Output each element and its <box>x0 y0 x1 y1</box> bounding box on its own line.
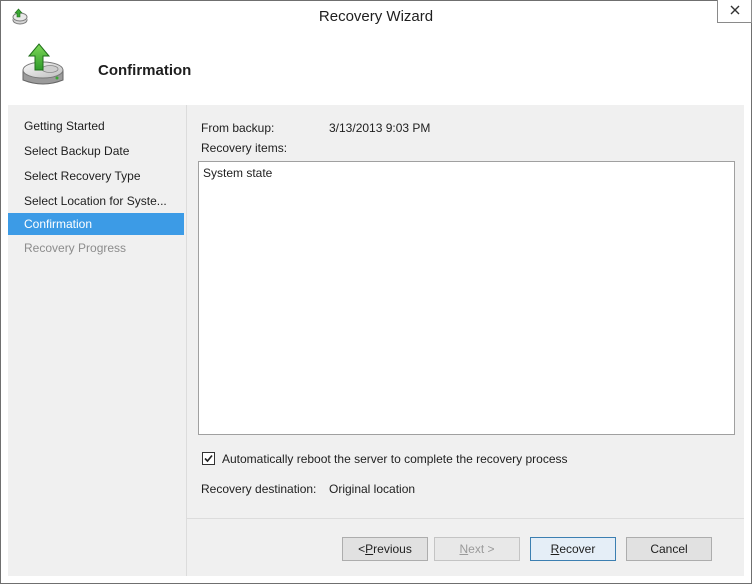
previous-button[interactable]: < Previous <box>342 537 428 561</box>
from-backup-value: 3/13/2013 9:03 PM <box>329 121 431 135</box>
recovery-items-list[interactable]: System state <box>198 161 735 435</box>
checkmark-icon <box>204 454 213 463</box>
wizard-step-list: Getting Started Select Backup Date Selec… <box>8 105 187 576</box>
previous-button-prefix: < <box>358 542 366 556</box>
next-button: Next > <box>434 537 520 561</box>
next-button-accesskey: N <box>459 542 469 556</box>
close-button[interactable] <box>717 0 752 23</box>
confirmation-panel: From backup: 3/13/2013 9:03 PM Recovery … <box>187 105 744 576</box>
window-title: Recovery Wizard <box>318 8 434 25</box>
backup-disk-arrow-icon <box>17 40 69 92</box>
cancel-button[interactable]: Cancel <box>626 537 712 561</box>
list-item[interactable]: System state <box>203 166 272 180</box>
nav-item-select-location[interactable]: Select Location for Syste... <box>8 190 184 212</box>
next-button-label: ext > <box>468 542 495 556</box>
nav-item-select-recovery-type[interactable]: Select Recovery Type <box>8 165 184 187</box>
auto-reboot-checkbox[interactable] <box>202 452 215 465</box>
page-title: Confirmation <box>98 62 192 79</box>
footer-divider <box>187 518 744 519</box>
auto-reboot-label[interactable]: Automatically reboot the server to compl… <box>222 452 568 466</box>
nav-item-select-backup-date[interactable]: Select Backup Date <box>8 140 184 162</box>
wizard-body: Getting Started Select Backup Date Selec… <box>8 105 744 576</box>
recovery-wizard-window: Recovery Wizard Confirmation Getting Sta… <box>0 0 752 584</box>
recovery-items-label: Recovery items: <box>201 141 288 155</box>
recover-button[interactable]: Recover <box>530 537 616 561</box>
previous-button-label: revious <box>373 542 412 556</box>
recovery-destination-label: Recovery destination: <box>201 482 317 496</box>
wizard-header: Confirmation <box>8 32 744 105</box>
recover-button-accesskey: R <box>550 542 560 556</box>
from-backup-label: From backup: <box>201 121 275 135</box>
nav-item-recovery-progress: Recovery Progress <box>24 241 127 255</box>
recovery-destination-value: Original location <box>329 482 416 496</box>
title-bar[interactable]: Recovery Wizard <box>1 0 752 32</box>
close-icon <box>730 4 740 18</box>
recover-button-label: ecover <box>559 542 596 556</box>
previous-button-accesskey: P <box>365 542 374 556</box>
nav-item-getting-started[interactable]: Getting Started <box>8 115 184 137</box>
nav-item-confirmation[interactable]: Confirmation <box>8 213 184 235</box>
